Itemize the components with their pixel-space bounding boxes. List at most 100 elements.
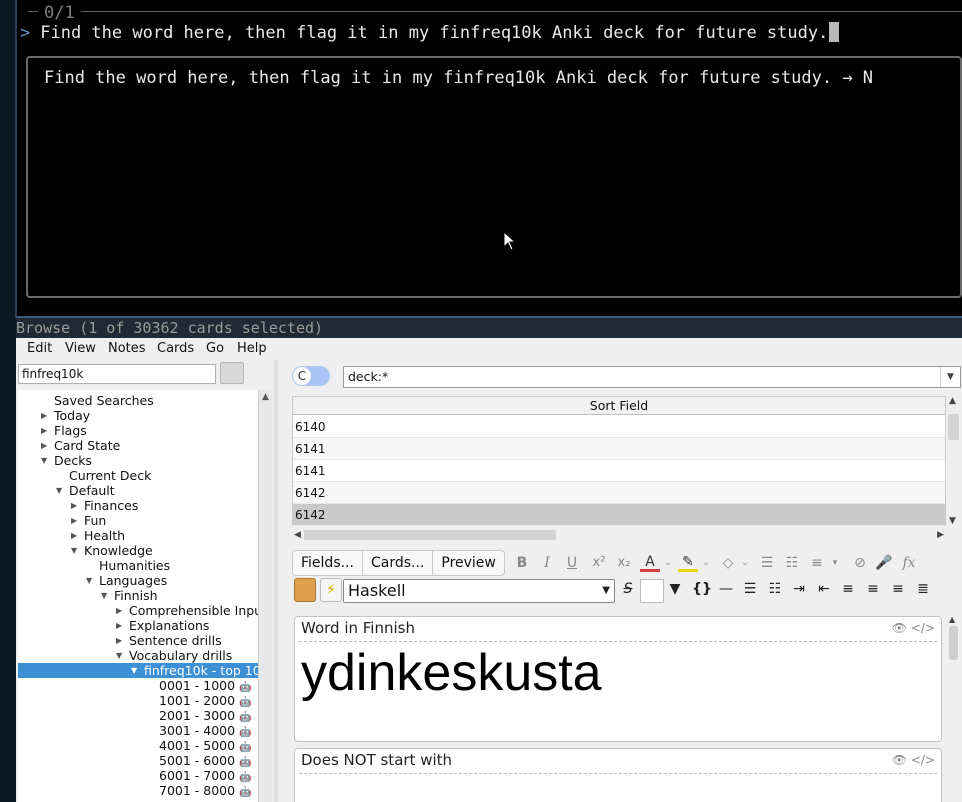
align-left-icon[interactable]: ≡	[863, 578, 883, 600]
sidebar-item[interactable]: Languages ▼	[18, 573, 258, 588]
chevron-down-icon[interactable]: ⌄	[700, 552, 712, 574]
eraser-icon[interactable]: ◇	[718, 552, 738, 574]
horizontal-rule-icon[interactable]: —	[716, 578, 736, 600]
sidebar-item[interactable]: 6001 - 7000 🤖	[18, 768, 258, 783]
align-icon[interactable]: ≡	[807, 552, 827, 574]
sidebar-item[interactable]: Finnish ▼	[18, 588, 258, 603]
triangle-down-icon[interactable]: ▼	[666, 578, 684, 600]
scroll-up-icon[interactable]: ▲	[949, 396, 956, 406]
table-row[interactable]: 6141	[293, 460, 945, 482]
chevron-right-icon[interactable]: ▶	[71, 528, 81, 543]
chevron-right-icon[interactable]: ▶	[41, 438, 51, 453]
table-row-selected[interactable]: 6142	[293, 504, 945, 526]
sidebar-item[interactable]: 5001 - 6000 🤖	[18, 753, 258, 768]
chevron-down-icon[interactable]: ▾	[829, 552, 841, 574]
align-justify-icon[interactable]: ≣	[913, 578, 933, 600]
scroll-up-icon[interactable]: ▲	[949, 615, 955, 624]
cards-notes-toggle[interactable]: C	[292, 366, 330, 386]
prompt-line[interactable]: > Find the word here, then flag it in my …	[20, 22, 840, 43]
sidebar-item[interactable]: Fun ▶	[18, 513, 258, 528]
outdent-icon[interactable]: ⇤	[814, 578, 834, 600]
menu-help[interactable]: Help	[237, 341, 267, 356]
sidebar-search-input[interactable]: finfreq10k	[18, 364, 216, 384]
chevron-down-icon[interactable]: ▼	[56, 483, 66, 498]
html-code-icon[interactable]: </>	[911, 621, 935, 635]
sidebar-item[interactable]: 1001 - 2000 🤖	[18, 693, 258, 708]
chevron-right-icon[interactable]: ▶	[116, 603, 126, 618]
search-input[interactable]: deck:* ▼	[343, 366, 961, 388]
italic-icon[interactable]: I	[538, 552, 556, 574]
editor-scrollbar[interactable]: ▲	[946, 615, 961, 802]
chevron-right-icon[interactable]: ▶	[71, 513, 81, 528]
sidebar-item[interactable]: Explanations ▶	[18, 618, 258, 633]
note-color-icon[interactable]	[294, 578, 316, 602]
menu-view[interactable]: View	[65, 341, 96, 356]
font-select[interactable]: Haskell ▼	[343, 579, 615, 603]
align-center-icon[interactable]: ≡	[838, 578, 858, 600]
scroll-thumb[interactable]	[304, 530, 556, 540]
sidebar-item[interactable]: 4001 - 5000 🤖	[18, 738, 258, 753]
chevron-right-icon[interactable]: ▶	[116, 633, 126, 648]
sidebar-item[interactable]: Today ▶	[18, 408, 258, 423]
sidebar-item[interactable]: Saved Searches	[18, 393, 258, 408]
sidebar-item[interactable]: 0001 - 1000 🤖	[18, 678, 258, 693]
sidebar-scrollbar[interactable]: ▲	[258, 390, 272, 802]
chevron-down-icon[interactable]: ⌄	[739, 552, 751, 574]
code-braces-icon[interactable]: {}	[692, 578, 712, 600]
bold-icon[interactable]: B	[513, 552, 531, 574]
scroll-thumb[interactable]	[948, 414, 959, 440]
table-vertical-scrollbar[interactable]: ▲ ▼	[946, 396, 961, 526]
column-header-sort-field[interactable]: Sort Field	[293, 397, 945, 415]
chevron-right-icon[interactable]: ▶	[71, 498, 81, 513]
scroll-up-icon[interactable]: ▲	[262, 392, 269, 402]
sidebar-item[interactable]: Card State ▶	[18, 438, 258, 453]
table-row[interactable]: 6141	[293, 438, 945, 460]
chevron-down-icon[interactable]: ▼	[86, 573, 96, 588]
pane-splitter[interactable]	[274, 360, 278, 802]
table-row[interactable]: 6140	[293, 416, 945, 438]
text-color-icon[interactable]: A	[640, 552, 660, 572]
lightning-icon[interactable]: ⚡	[320, 578, 342, 602]
sidebar-item[interactable]: 2001 - 3000 🤖	[18, 708, 258, 723]
eye-icon[interactable]: 👁	[892, 621, 907, 635]
field-does-not-start-with[interactable]: Does NOT start with 👁 </>	[294, 748, 942, 802]
chevron-down-icon[interactable]: ▼	[41, 453, 51, 468]
sidebar-item[interactable]: Comprehensible Input ▶	[18, 603, 258, 618]
chevron-right-icon[interactable]: ▶	[41, 423, 51, 438]
formula-icon[interactable]: fx	[898, 552, 920, 574]
sidebar-search-button[interactable]	[220, 362, 244, 384]
preview-button[interactable]: Preview	[433, 551, 504, 575]
scroll-down-icon[interactable]: ▼	[949, 516, 956, 526]
prompt-input-text[interactable]: Find the word here, then flag it in my f…	[40, 23, 828, 43]
indent-icon[interactable]: ⇥	[789, 578, 809, 600]
sidebar-item[interactable]: 3001 - 4000 🤖	[18, 723, 258, 738]
chevron-right-icon[interactable]: ▶	[116, 618, 126, 633]
scroll-thumb[interactable]	[949, 626, 958, 660]
menu-cards[interactable]: Cards	[157, 341, 194, 356]
bullet-list-icon[interactable]: ☰	[757, 552, 777, 574]
subscript-icon[interactable]: x₂	[614, 552, 634, 574]
align-right-icon[interactable]: ≡	[888, 578, 908, 600]
sidebar-item[interactable]: Default ▼	[18, 483, 258, 498]
chevron-right-icon[interactable]: ▶	[41, 408, 51, 423]
table-horizontal-scrollbar[interactable]: ◀ ▶	[292, 528, 946, 542]
sidebar-item[interactable]: Knowledge ▼	[18, 543, 258, 558]
chevron-down-icon[interactable]: ▼	[116, 648, 126, 663]
chevron-down-icon[interactable]: ▼	[940, 367, 960, 387]
menu-notes[interactable]: Notes	[108, 341, 146, 356]
numbered-list-icon[interactable]: ☷	[782, 552, 802, 574]
sidebar-item[interactable]: Current Deck	[18, 468, 258, 483]
chevron-down-icon[interactable]: ▼	[71, 543, 81, 558]
numbered-list-icon[interactable]: ☷	[765, 578, 785, 600]
field-value[interactable]: ydinkeskusta	[301, 643, 602, 703]
table-row[interactable]: 6142	[293, 482, 945, 504]
highlight-icon[interactable]: ✎	[678, 552, 698, 572]
chevron-down-icon[interactable]: ▼	[101, 588, 111, 603]
chevron-down-icon[interactable]: ▼	[131, 663, 141, 678]
underline-icon[interactable]: U	[563, 552, 581, 574]
scroll-right-icon[interactable]: ▶	[937, 528, 944, 542]
chevron-down-icon[interactable]: ⌄	[662, 552, 674, 574]
html-code-icon[interactable]: </>	[911, 753, 935, 767]
sidebar-item[interactable]: Flags ▶	[18, 423, 258, 438]
sidebar-item[interactable]: Decks ▼	[18, 453, 258, 468]
